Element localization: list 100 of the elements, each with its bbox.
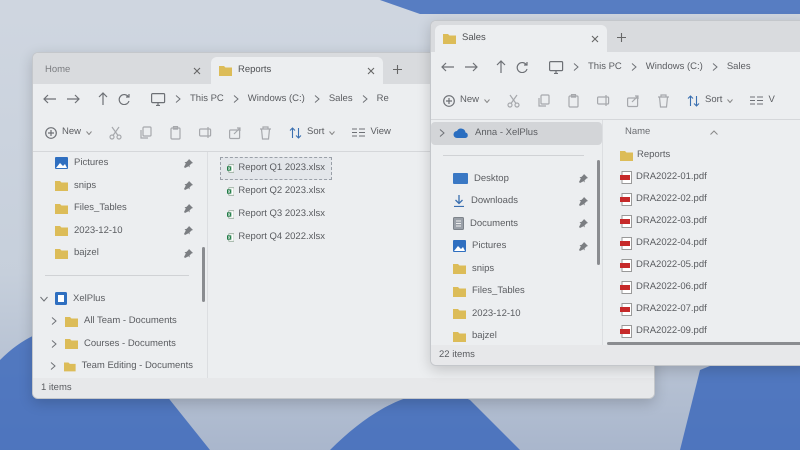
breadcrumb-link[interactable]: Windows (C:) <box>646 60 703 74</box>
breadcrumb-link[interactable]: Windows (C:) <box>248 92 305 106</box>
sort-icon <box>289 126 302 138</box>
scrollbar-thumb[interactable] <box>202 247 205 302</box>
file-item[interactable]: DRA2022-09.pdf <box>613 320 800 342</box>
sort-button[interactable]: Sort <box>289 125 336 140</box>
chevron-right-icon <box>51 317 57 326</box>
tab[interactable]: Home <box>37 57 209 84</box>
file-item[interactable]: DRA2022-05.pdf <box>613 254 800 276</box>
sort-button[interactable]: Sort <box>687 93 734 108</box>
chevron-right-icon <box>712 63 718 71</box>
rename-icon <box>597 94 610 108</box>
up-arrow-icon <box>97 92 109 106</box>
scrollbar-thumb[interactable] <box>597 160 600 265</box>
sidebar-item[interactable]: bajzel <box>431 325 602 348</box>
sidebar-item[interactable]: Files_Tables <box>33 197 207 220</box>
folder-icon <box>64 360 76 372</box>
pin-icon <box>184 248 193 258</box>
sort-up-icon <box>710 130 718 134</box>
scrollbar-thumb[interactable] <box>607 342 800 345</box>
tab[interactable]: Reports <box>211 57 383 84</box>
view-icon <box>352 128 366 137</box>
copy-icon <box>537 94 550 108</box>
folder-icon <box>453 330 466 342</box>
chevron-right-icon <box>50 362 56 370</box>
folder-icon <box>453 286 466 297</box>
pdf-icon <box>620 214 632 228</box>
caret-icon <box>727 98 734 102</box>
chevron-right-icon <box>362 95 368 103</box>
refresh-button[interactable] <box>118 93 130 105</box>
sidebar-item[interactable]: All Team - Documents <box>33 310 207 332</box>
file-item[interactable]: DRA2022-07.pdf <box>613 298 800 320</box>
pin-icon <box>579 219 588 228</box>
pdf-icon <box>620 324 632 338</box>
clipboard-icon <box>169 126 182 140</box>
copy-icon <box>139 126 152 140</box>
breadcrumb-link[interactable]: Sales <box>726 60 751 74</box>
this-pc-button[interactable] <box>549 60 564 74</box>
new-button[interactable]: New <box>45 125 92 140</box>
sidebar-item[interactable]: 2023-12-10 <box>33 220 207 242</box>
folder-icon <box>620 150 633 160</box>
this-pc-button[interactable] <box>151 92 166 106</box>
sidebar-item[interactable]: Pictures <box>33 152 207 174</box>
back-button[interactable] <box>43 93 57 105</box>
breadcrumb-link[interactable]: This PC <box>190 92 224 106</box>
view-button[interactable]: V <box>750 93 775 108</box>
clipboard-icon <box>567 94 580 108</box>
pdf-icon <box>620 258 632 272</box>
forward-button[interactable] <box>66 93 80 105</box>
file-item[interactable]: DRA2022-03.pdf <box>613 210 800 232</box>
breadcrumb-link[interactable]: Re <box>376 92 389 106</box>
new-button[interactable]: New <box>443 93 490 108</box>
folder-icon <box>55 248 68 259</box>
close-button[interactable] <box>367 66 375 74</box>
chevron-down-icon <box>40 296 48 302</box>
sidebar-item[interactable]: Team Editing - Documents <box>33 355 207 378</box>
sidebar-item[interactable]: snips <box>33 174 207 197</box>
file-item[interactable]: DRA2022-02.pdf <box>613 188 800 210</box>
breadcrumb-link[interactable]: Sales <box>328 92 353 106</box>
trash-icon <box>657 94 670 108</box>
up-arrow-icon <box>495 60 507 74</box>
file-item[interactable]: Reports <box>613 144 800 166</box>
sidebar-item[interactable]: Pictures <box>431 235 602 258</box>
sidebar-item[interactable]: Desktop <box>431 168 602 190</box>
up-button[interactable] <box>97 92 109 106</box>
sidebar-item[interactable]: snips <box>431 258 602 280</box>
forward-button[interactable] <box>464 61 478 73</box>
file-item[interactable]: DRA2022-04.pdf <box>613 232 800 254</box>
folder-icon <box>55 202 68 214</box>
sidebar-item[interactable]: Anna - XelPlus <box>431 122 602 144</box>
file-item[interactable]: DRA2022-01.pdf <box>613 166 800 188</box>
forward-arrow-icon <box>464 61 478 73</box>
sidebar-item[interactable]: Documents <box>431 212 602 235</box>
share-icon <box>627 94 640 108</box>
file-item[interactable]: Report Q3 2023.xlsx <box>220 203 332 226</box>
close-button[interactable] <box>193 66 201 74</box>
column-header[interactable]: Name <box>625 124 650 140</box>
file-item[interactable]: Report Q2 2023.xlsx <box>220 180 332 203</box>
back-button[interactable] <box>441 61 455 73</box>
folder-icon <box>443 33 456 44</box>
refresh-button[interactable] <box>516 61 528 73</box>
file-item[interactable]: Report Q4 2022.xlsx <box>220 226 332 249</box>
sidebar-item[interactable]: Courses - Documents <box>33 332 207 355</box>
back-arrow-icon <box>441 61 455 73</box>
sidebar-item[interactable]: 2023-12-10 <box>431 302 602 325</box>
file-item[interactable]: DRA2022-06.pdf <box>613 276 800 298</box>
breadcrumb-link[interactable]: This PC <box>588 60 622 74</box>
up-button[interactable] <box>495 60 507 74</box>
close-button[interactable] <box>591 34 599 42</box>
file-item[interactable]: Report Q1 2023.xlsx <box>220 157 332 180</box>
sidebar-item[interactable]: Downloads <box>431 190 602 212</box>
view-button[interactable]: View <box>352 125 391 140</box>
folder-icon <box>65 316 78 327</box>
sidebar-item[interactable]: Files_Tables <box>431 280 602 302</box>
sidebar-item[interactable]: bajzel <box>33 242 207 264</box>
folder-icon <box>55 180 68 192</box>
tab[interactable]: Sales <box>435 25 607 52</box>
sidebar-item[interactable]: XelPlus <box>33 288 207 310</box>
pdf-icon <box>620 302 632 316</box>
monitor-icon <box>151 92 166 106</box>
